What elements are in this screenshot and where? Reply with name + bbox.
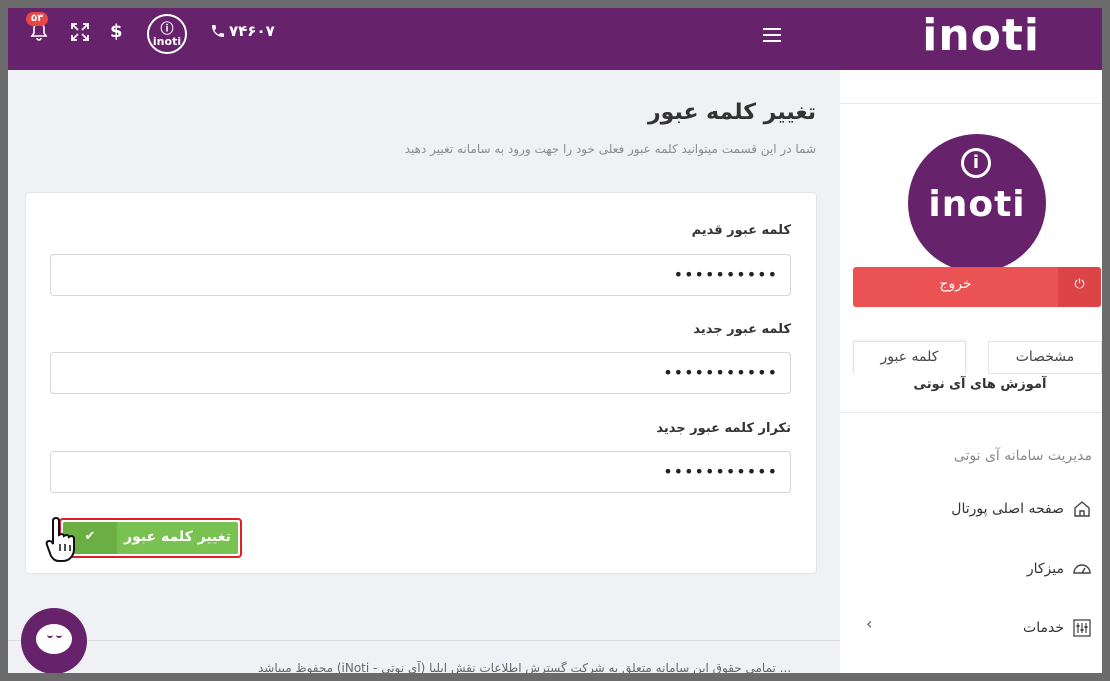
new-password-field[interactable]: ••••••••••• (50, 352, 791, 394)
brand-logo[interactable]: inoti (922, 11, 1040, 61)
sliders-icon (1073, 619, 1091, 637)
home-icon (1074, 501, 1090, 517)
phone-number: ۷۴۶۰۷ (229, 22, 275, 40)
learning-link[interactable]: آموزش های آی نوتی (910, 377, 1050, 392)
old-password-label: کلمه عبور قدیم (691, 223, 791, 238)
tab-password[interactable]: کلمه عبور (853, 341, 966, 374)
divider (840, 103, 1102, 104)
fullscreen-icon[interactable] (70, 22, 90, 46)
confirm-password-label: تکرار کلمه عبور جدید (656, 421, 791, 436)
divider (8, 640, 840, 641)
section-title: مدیریت سامانه آی نوتی (953, 448, 1092, 464)
chat-bubble-icon (36, 624, 72, 654)
sidebar: i inoti خروج ⏻ مشخصات کلمه عبور آموزش ها… (840, 70, 1102, 673)
password-form-card: کلمه عبور قدیم •••••••••• کلمه عبور جدید… (25, 192, 817, 574)
confirm-password-field[interactable]: ••••••••••• (50, 451, 791, 493)
avatar: i inoti (908, 134, 1046, 272)
logout-label: خروج (939, 276, 972, 292)
notification-badge: ۵۳ (26, 12, 49, 26)
company-logo-text: inoti (152, 35, 182, 48)
hand-pointer-icon (44, 514, 82, 570)
change-password-label: تغییر کلمه عبور (124, 529, 231, 545)
tab-profile[interactable]: مشخصات (988, 341, 1102, 374)
wallet-icon[interactable]: $ (110, 21, 123, 42)
sidebar-item-desk[interactable]: میزکار (852, 557, 1092, 581)
company-logo[interactable]: ⓘ inoti (147, 14, 187, 54)
chevron-left-icon[interactable]: ‹ (866, 614, 872, 633)
info-icon: i (961, 148, 991, 178)
support-phone[interactable]: ۷۴۶۰۷ (210, 22, 275, 40)
new-password-label: کلمه عبور جدید (693, 322, 791, 337)
avatar-text: inoti (928, 184, 1026, 225)
sidebar-item-label: میزکار (1026, 561, 1064, 577)
page-subtitle: شما در این قسمت میتوانید کلمه عبور فعلی … (404, 142, 816, 156)
power-icon: ⏻ (1058, 267, 1101, 307)
app-window: inoti ۷۴۶۰۷ ⓘ inoti $ ۵۳ i inoti خروج ⏻ م… (8, 8, 1102, 673)
sidebar-item-home[interactable]: صفحه اصلی پورتال (852, 497, 1092, 521)
menu-toggle-icon[interactable] (763, 28, 781, 42)
chat-widget-button[interactable] (21, 608, 87, 673)
dashboard-icon (1073, 564, 1091, 574)
old-password-field[interactable]: •••••••••• (50, 254, 791, 296)
phone-icon (212, 25, 224, 37)
sidebar-item-services[interactable]: خدمات (852, 616, 1092, 640)
divider (840, 412, 1102, 413)
top-bar: inoti ۷۴۶۰۷ ⓘ inoti $ ۵۳ (8, 8, 1102, 70)
change-password-button[interactable]: ✔ تغییر کلمه عبور (63, 522, 238, 554)
footer-copyright: ... تمامی حقوق این سامانه متعلق به شرکت … (258, 661, 792, 673)
logout-button[interactable]: خروج ⏻ (853, 267, 1101, 307)
sidebar-item-label: خدمات (1023, 620, 1064, 636)
sidebar-item-label: صفحه اصلی پورتال (951, 501, 1064, 517)
page-title: تغییر کلمه عبور (648, 100, 816, 125)
submit-highlight: ✔ تغییر کلمه عبور (59, 518, 242, 558)
